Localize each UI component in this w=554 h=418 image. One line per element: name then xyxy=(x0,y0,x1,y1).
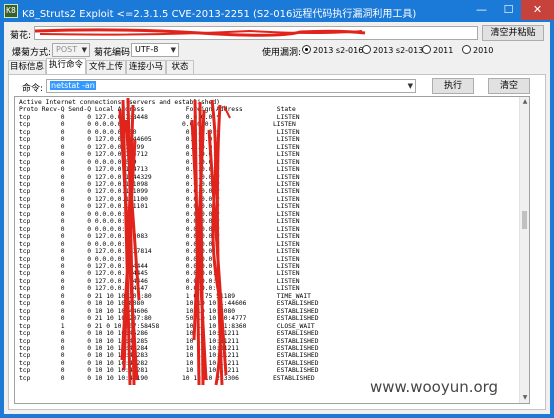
method-value: POST xyxy=(56,45,78,54)
command-label: 命令: xyxy=(22,84,44,94)
encoding-select[interactable]: UTF-8 ▼ xyxy=(131,43,179,57)
radio-unchecked-icon xyxy=(462,45,471,54)
title-bar[interactable]: K8 K8_Struts2 Exploit <=2.3.1.5 CVE-2013… xyxy=(0,0,554,22)
client-area: 菊花: 清空并粘贴 爆菊方式: POST ▼ 菊花编码: UTF-8 ▼ 使用漏… xyxy=(4,22,550,414)
execute-button[interactable]: 执行 xyxy=(432,78,474,94)
radio-label: 2011 xyxy=(433,46,454,55)
tab-status[interactable]: 状态 xyxy=(166,60,194,74)
scroll-up-icon[interactable]: ▲ xyxy=(520,97,529,107)
tab-target-info[interactable]: 目标信息 xyxy=(8,60,46,74)
method-label: 爆菊方式: xyxy=(12,48,52,58)
app-icon: K8 xyxy=(4,4,18,18)
radio-label: 2013 s2-013 xyxy=(373,46,424,55)
radio-label: 2013 s2-016 xyxy=(313,46,364,55)
chevron-down-icon: ▼ xyxy=(407,82,413,90)
method-select[interactable]: POST ▼ xyxy=(52,43,90,57)
vuln-label: 使用漏洞: xyxy=(262,48,302,58)
radio-unchecked-icon xyxy=(422,45,431,54)
radio-unchecked-icon xyxy=(362,45,371,54)
clear-and-paste-button[interactable]: 清空并粘贴 xyxy=(482,25,544,41)
clear-button[interactable]: 清空 xyxy=(488,78,530,94)
command-output[interactable]: Active Internet connections (servers and… xyxy=(14,96,530,404)
scroll-thumb[interactable] xyxy=(522,211,527,229)
output-text: Active Internet connections (servers and… xyxy=(19,99,319,382)
radio-2013-s2-016[interactable]: 2013 s2-016 xyxy=(302,45,363,55)
command-input[interactable]: netstat -an ▼ xyxy=(46,79,416,93)
radio-label: 2010 xyxy=(473,46,494,55)
encoding-value: UTF-8 xyxy=(135,45,159,54)
window-title: K8_Struts2 Exploit <=2.3.1.5 CVE-2013-22… xyxy=(22,9,417,20)
tab-connect-shell[interactable]: 连接小马 xyxy=(126,60,166,74)
scroll-down-icon[interactable]: ▼ xyxy=(520,393,529,403)
command-value: netstat -an xyxy=(50,81,96,90)
close-icon[interactable]: ✕ xyxy=(521,0,554,20)
tab-execute-command[interactable]: 执行命令 xyxy=(46,58,86,74)
target-url-input[interactable] xyxy=(34,26,478,40)
radio-2010[interactable]: 2010 xyxy=(462,45,493,55)
target-url-label: 菊花: xyxy=(10,31,32,41)
radio-checked-icon xyxy=(302,45,311,54)
radio-2011[interactable]: 2011 xyxy=(422,45,453,55)
tab-file-upload[interactable]: 文件上传 xyxy=(86,60,126,74)
watermark-text: www.wooyun.org xyxy=(370,378,499,396)
vertical-scrollbar[interactable]: ▲ ▼ xyxy=(519,97,529,403)
chevron-down-icon: ▼ xyxy=(81,46,87,54)
minimize-icon[interactable]: — xyxy=(468,0,495,20)
app-window: K8 K8_Struts2 Exploit <=2.3.1.5 CVE-2013… xyxy=(0,0,554,418)
maximize-icon[interactable]: ☐ xyxy=(495,0,522,20)
chevron-down-icon: ▼ xyxy=(170,46,176,54)
encoding-label: 菊花编码: xyxy=(94,48,134,58)
radio-2013-s2-013[interactable]: 2013 s2-013 xyxy=(362,45,423,55)
